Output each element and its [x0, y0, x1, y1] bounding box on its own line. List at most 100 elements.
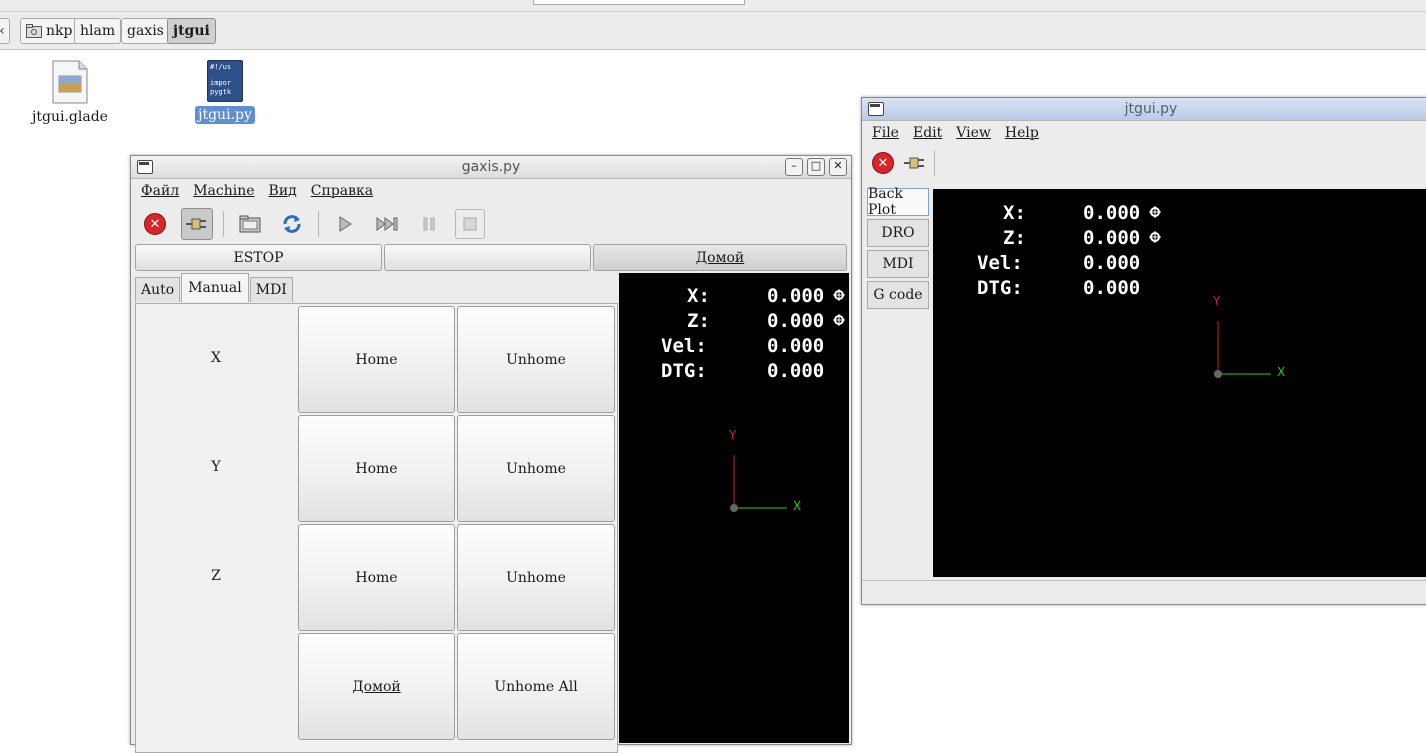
- gaxis-menubar: Файл Machine Вид Справка: [131, 179, 851, 203]
- jtgui-dro-plot: X: 0.000 Z: 0.000 Vel: 0.000 DTG: 0.000 …: [933, 189, 1426, 577]
- tab-g-code[interactable]: G code: [867, 281, 929, 309]
- unhome-z-button[interactable]: Unhome: [457, 524, 615, 631]
- maximize-icon[interactable]: □: [807, 158, 825, 176]
- dro-label-x: X:: [1003, 202, 1026, 224]
- plot-y-label: Y: [729, 428, 737, 442]
- open-file-button[interactable]: [234, 208, 266, 240]
- tab-mdi[interactable]: MDI: [867, 250, 929, 278]
- button-label: Домой: [352, 678, 401, 695]
- file-jtgui-glade[interactable]: jtgui.glade: [25, 60, 115, 126]
- home-y-button[interactable]: Home: [298, 415, 455, 522]
- homed-marker-icon: [1149, 206, 1161, 243]
- menu-edit[interactable]: Edit: [913, 125, 942, 141]
- back-arrow-icon[interactable]: ‹: [0, 18, 10, 44]
- menu-file[interactable]: File: [872, 125, 899, 141]
- menu-help[interactable]: Справка: [311, 183, 373, 199]
- blank-button[interactable]: [384, 244, 591, 271]
- menu-file[interactable]: Файл: [141, 183, 179, 199]
- dro-label-z: Z:: [687, 310, 710, 332]
- estop-icon: ✕: [872, 152, 894, 174]
- close-icon[interactable]: ✕: [829, 158, 847, 176]
- window-title: jtgui.py: [1124, 101, 1178, 117]
- window-menu-icon[interactable]: [137, 160, 153, 174]
- plot-axes-icon: [1214, 321, 1271, 378]
- script-preview-line: #!/us: [210, 63, 232, 71]
- button-label: Unhome: [506, 569, 566, 586]
- script-preview-line: pygtk: [210, 88, 232, 96]
- run-icon: [339, 216, 352, 232]
- dro-value-z: 0.000: [767, 310, 825, 332]
- home-all-button[interactable]: Домой: [298, 633, 455, 740]
- breadcrumb-nkp[interactable]: nkp: [20, 18, 79, 44]
- open-file-icon: [239, 215, 261, 233]
- step-icon: [376, 217, 398, 231]
- dro-label-vel: Vel:: [661, 335, 707, 357]
- home-z-button[interactable]: Home: [298, 524, 455, 631]
- window-menu-icon[interactable]: [868, 102, 884, 116]
- breadcrumb-hlam[interactable]: hlam: [74, 18, 122, 44]
- side-tabs: Back Plot DRO MDI G code: [867, 186, 929, 312]
- gaxis-dro-plot: X: 0.000 Z: 0.000 Vel: 0.000 DTG: 0.000 …: [619, 273, 849, 743]
- tab-dro[interactable]: DRO: [867, 219, 929, 247]
- home-all-top-label: Домой: [695, 249, 745, 266]
- status-bar-divider: [862, 580, 1426, 581]
- unhome-all-button[interactable]: Unhome All: [457, 633, 615, 740]
- reload-button[interactable]: [276, 208, 308, 240]
- axis-label-x: X: [211, 349, 221, 366]
- tab-manual[interactable]: Manual: [181, 273, 249, 302]
- homed-marker-icon: [833, 289, 845, 326]
- breadcrumb-jtgui[interactable]: jtgui: [167, 18, 216, 44]
- home-all-top-button[interactable]: Домой: [593, 244, 847, 271]
- stop-button[interactable]: [455, 209, 485, 239]
- breadcrumb-label: gaxis: [127, 23, 164, 39]
- python-script-icon: #!/us impor pygtk: [207, 60, 243, 102]
- tab-auto[interactable]: Auto: [135, 277, 181, 302]
- run-button[interactable]: [329, 208, 361, 240]
- dro-value-z: 0.000: [1083, 227, 1141, 249]
- step-button[interactable]: [371, 208, 403, 240]
- button-label: Home: [355, 460, 398, 477]
- jtgui-titlebar[interactable]: jtgui.py: [862, 98, 1426, 121]
- folder-icon: [26, 24, 42, 38]
- file-jtgui-py[interactable]: #!/us impor pygtk jtgui.py: [180, 60, 270, 124]
- menu-help[interactable]: Help: [1005, 125, 1039, 141]
- dro-value-x: 0.000: [767, 285, 825, 307]
- estop-button[interactable]: ✕: [870, 150, 896, 176]
- plot-x-label: X: [1277, 365, 1286, 379]
- breadcrumb-gaxis[interactable]: gaxis: [121, 18, 170, 44]
- dro-label-vel: Vel:: [977, 252, 1023, 274]
- home-x-button[interactable]: Home: [298, 306, 455, 413]
- unhome-y-button[interactable]: Unhome: [457, 415, 615, 522]
- tab-back-plot[interactable]: Back Plot: [867, 186, 929, 218]
- menu-view[interactable]: Вид: [269, 183, 297, 199]
- estop-button[interactable]: ✕: [139, 208, 171, 240]
- breadcrumb-label: nkp: [46, 23, 73, 39]
- pause-button[interactable]: [413, 208, 445, 240]
- reload-icon: [283, 215, 301, 233]
- dro-value-dtg: 0.000: [1083, 277, 1141, 299]
- dro-value-vel: 0.000: [1083, 252, 1141, 274]
- estop-text-button[interactable]: ESTOP: [135, 244, 382, 271]
- window-title: gaxis.py: [461, 159, 521, 175]
- dro-label-z: Z:: [1003, 227, 1026, 249]
- gaxis-titlebar[interactable]: gaxis.py – □ ✕: [131, 156, 851, 179]
- pause-icon: [423, 217, 435, 231]
- file-name: jtgui.glade: [32, 109, 108, 125]
- tab-mdi[interactable]: MDI: [249, 277, 293, 302]
- script-preview-line: impor: [210, 79, 232, 87]
- power-button[interactable]: [181, 208, 213, 240]
- dro-value-vel: 0.000: [767, 335, 825, 357]
- estop-button-label: ESTOP: [233, 249, 284, 266]
- button-label: Unhome: [506, 460, 566, 477]
- menu-machine[interactable]: Machine: [193, 183, 254, 199]
- unhome-x-button[interactable]: Unhome: [457, 306, 615, 413]
- file-name: jtgui.py: [195, 106, 255, 124]
- location-field[interactable]: [533, 0, 745, 5]
- minimize-icon[interactable]: –: [785, 158, 803, 176]
- jtgui-toolbar: ✕: [862, 145, 1426, 181]
- power-button[interactable]: [902, 150, 928, 176]
- axis-label-z: Z: [211, 567, 221, 584]
- menu-view[interactable]: View: [956, 125, 991, 141]
- button-label: Home: [355, 351, 398, 368]
- mode-tabs: Auto Manual MDI: [135, 273, 294, 302]
